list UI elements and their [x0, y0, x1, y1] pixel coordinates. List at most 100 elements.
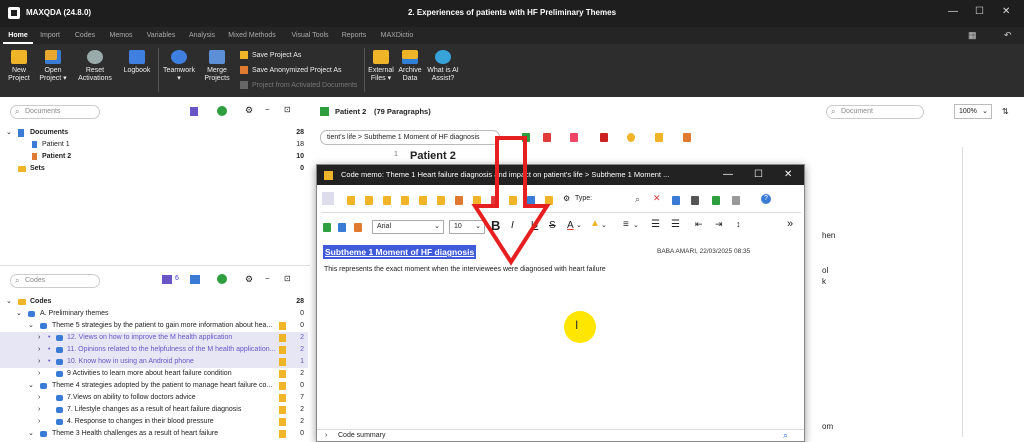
chevron-down-icon[interactable]: ⌄: [28, 380, 34, 392]
undo-icon[interactable]: [323, 223, 331, 232]
font-select[interactable]: Arial ⌄: [372, 220, 444, 234]
tab-codes[interactable]: Codes: [72, 27, 98, 44]
memo-close-button[interactable]: ✕: [784, 165, 792, 185]
highlight-color-button[interactable]: ▲: [590, 218, 600, 229]
scrollbar-track[interactable]: [962, 147, 963, 437]
close-button[interactable]: ✕: [1002, 6, 1010, 17]
brush-icon[interactable]: [354, 223, 362, 232]
chevron-right-icon[interactable]: ›: [38, 392, 40, 404]
memo-icon[interactable]: [279, 406, 286, 414]
font-color-button[interactable]: A: [567, 220, 574, 231]
code-summary-toggle[interactable]: Code summary: [338, 432, 385, 439]
insert-icon[interactable]: [672, 196, 680, 205]
gear-icon[interactable]: ⚙: [245, 105, 253, 116]
code-sets-icon[interactable]: [162, 275, 172, 284]
chevron-right-icon[interactable]: ›: [38, 344, 40, 356]
tab-memos[interactable]: Memos: [106, 27, 136, 44]
code-row-selected[interactable]: › • 10. Know how in using an Android phone…: [0, 356, 308, 368]
memo-icon[interactable]: [279, 334, 286, 342]
reset-activations-button[interactable]: Reset Activations: [74, 50, 116, 83]
add-code-icon[interactable]: [217, 274, 227, 284]
codes-search-input[interactable]: Codes: [10, 274, 100, 288]
memo-icon[interactable]: [279, 394, 286, 402]
zoom-select[interactable]: 100% ⌄: [954, 104, 992, 119]
documents-search-input[interactable]: Documents: [10, 105, 100, 119]
chevron-right-icon[interactable]: ›: [38, 332, 40, 344]
minimize-button[interactable]: —: [948, 6, 958, 17]
project-from-activated-button[interactable]: Project from Activated Documents: [240, 81, 357, 89]
align-button[interactable]: ≡: [623, 219, 629, 230]
format-painter-icon[interactable]: [338, 223, 346, 232]
code-row[interactable]: ⌄ A. Preliminary themes 0: [0, 308, 308, 320]
activation-dot-icon[interactable]: •: [48, 356, 50, 368]
memo-icon[interactable]: [279, 358, 286, 366]
tree-row-codes[interactable]: ⌄ Codes 28: [0, 296, 308, 308]
document-search-input[interactable]: Document: [826, 105, 924, 119]
link-icon[interactable]: [683, 133, 691, 142]
memo-type-icon[interactable]: [455, 196, 463, 205]
add-document-icon[interactable]: [217, 106, 227, 116]
memo-icon[interactable]: [279, 382, 286, 390]
chevron-down-icon[interactable]: ⌄: [28, 428, 34, 440]
memo-icon[interactable]: [279, 418, 286, 426]
memo-type-icon[interactable]: [437, 196, 445, 205]
color-code-icon[interactable]: [600, 133, 608, 142]
search-icon[interactable]: ⌕: [783, 430, 788, 441]
document-icon[interactable]: [190, 107, 198, 116]
chevron-down-icon[interactable]: ⌄: [576, 221, 582, 229]
code-row[interactable]: ⌄ Theme 3 Health challenges as a result o…: [0, 428, 308, 440]
memo-title-bar[interactable]: Code memo: Theme 1 Heart failure diagnos…: [317, 165, 804, 185]
chevron-down-icon[interactable]: ⌄: [28, 320, 34, 332]
memo-type-icon[interactable]: [419, 196, 427, 205]
tab-analysis[interactable]: Analysis: [185, 27, 219, 44]
info-icon[interactable]: [732, 196, 740, 205]
code-row-selected[interactable]: › • 11. Opinions related to the helpfulnes…: [0, 344, 308, 356]
line-spacing-button[interactable]: ↕: [736, 219, 741, 229]
activation-dot-icon[interactable]: •: [48, 332, 50, 344]
tab-home[interactable]: Home: [3, 27, 33, 44]
numbered-list-button[interactable]: ☰: [671, 219, 680, 230]
chevron-down-icon[interactable]: ⌄: [6, 127, 12, 139]
logbook-button[interactable]: Logbook: [120, 50, 154, 75]
tree-row-documents[interactable]: ⌄ Documents 28: [0, 127, 308, 139]
tab-mixed-methods[interactable]: Mixed Methods: [224, 27, 280, 44]
chevron-down-icon[interactable]: ⌄: [633, 221, 639, 229]
new-project-button[interactable]: New Project: [2, 50, 36, 83]
code-row-selected[interactable]: › • 12. Views on how to improve the M heal…: [0, 332, 308, 344]
chevron-down-icon[interactable]: ⌄: [6, 296, 12, 308]
tab-visual-tools[interactable]: Visual Tools: [286, 27, 334, 44]
codes-filter-icon[interactable]: [190, 275, 200, 284]
chevron-right-icon[interactable]: ›: [38, 368, 40, 380]
maximize-button[interactable]: ☐: [975, 6, 984, 17]
memo-type-icon[interactable]: [383, 196, 391, 205]
chevron-right-icon[interactable]: ›: [325, 432, 327, 439]
tab-maxdictio[interactable]: MAXDictio: [374, 27, 420, 44]
tree-row-sets[interactable]: Sets 0: [0, 163, 308, 175]
collapse-icon[interactable]: −: [265, 274, 270, 283]
edit-icon[interactable]: [320, 107, 329, 116]
save-anonymized-button[interactable]: Save Anonymized Project As: [240, 66, 342, 74]
bullet-list-button[interactable]: ☰: [651, 219, 660, 230]
archive-data-button[interactable]: Archive Data: [396, 50, 424, 83]
memo-icon[interactable]: [279, 346, 286, 354]
print-icon[interactable]: [691, 196, 699, 205]
collapse-icon[interactable]: −: [265, 105, 270, 114]
open-project-button[interactable]: Open Project ▾: [36, 50, 70, 83]
activation-dot-icon[interactable]: •: [48, 344, 50, 356]
code-row[interactable]: › 7. Lifestyle changes as a result of hea…: [0, 404, 308, 416]
memo-icon[interactable]: [279, 370, 286, 378]
gear-icon[interactable]: ⚙: [563, 194, 570, 203]
outdent-button[interactable]: ⇤: [695, 219, 703, 230]
maximize-pane-icon[interactable]: ⊡: [284, 105, 291, 114]
code-row[interactable]: › 4. Response to changes in their blood p…: [0, 416, 308, 428]
memo-maximize-button[interactable]: ☐: [754, 165, 763, 185]
undo-icon[interactable]: ↶: [1004, 30, 1012, 41]
search-icon[interactable]: ⌕: [635, 194, 640, 205]
external-files-button[interactable]: External Files ▾: [366, 50, 396, 83]
tab-variables[interactable]: Variables: [143, 27, 179, 44]
maximize-pane-icon[interactable]: ⊡: [284, 274, 291, 283]
calculator-icon[interactable]: ▦: [968, 30, 977, 41]
gear-icon[interactable]: ⚙: [245, 274, 253, 285]
memo-icon[interactable]: [655, 133, 663, 142]
highlight-icon[interactable]: [570, 133, 578, 142]
